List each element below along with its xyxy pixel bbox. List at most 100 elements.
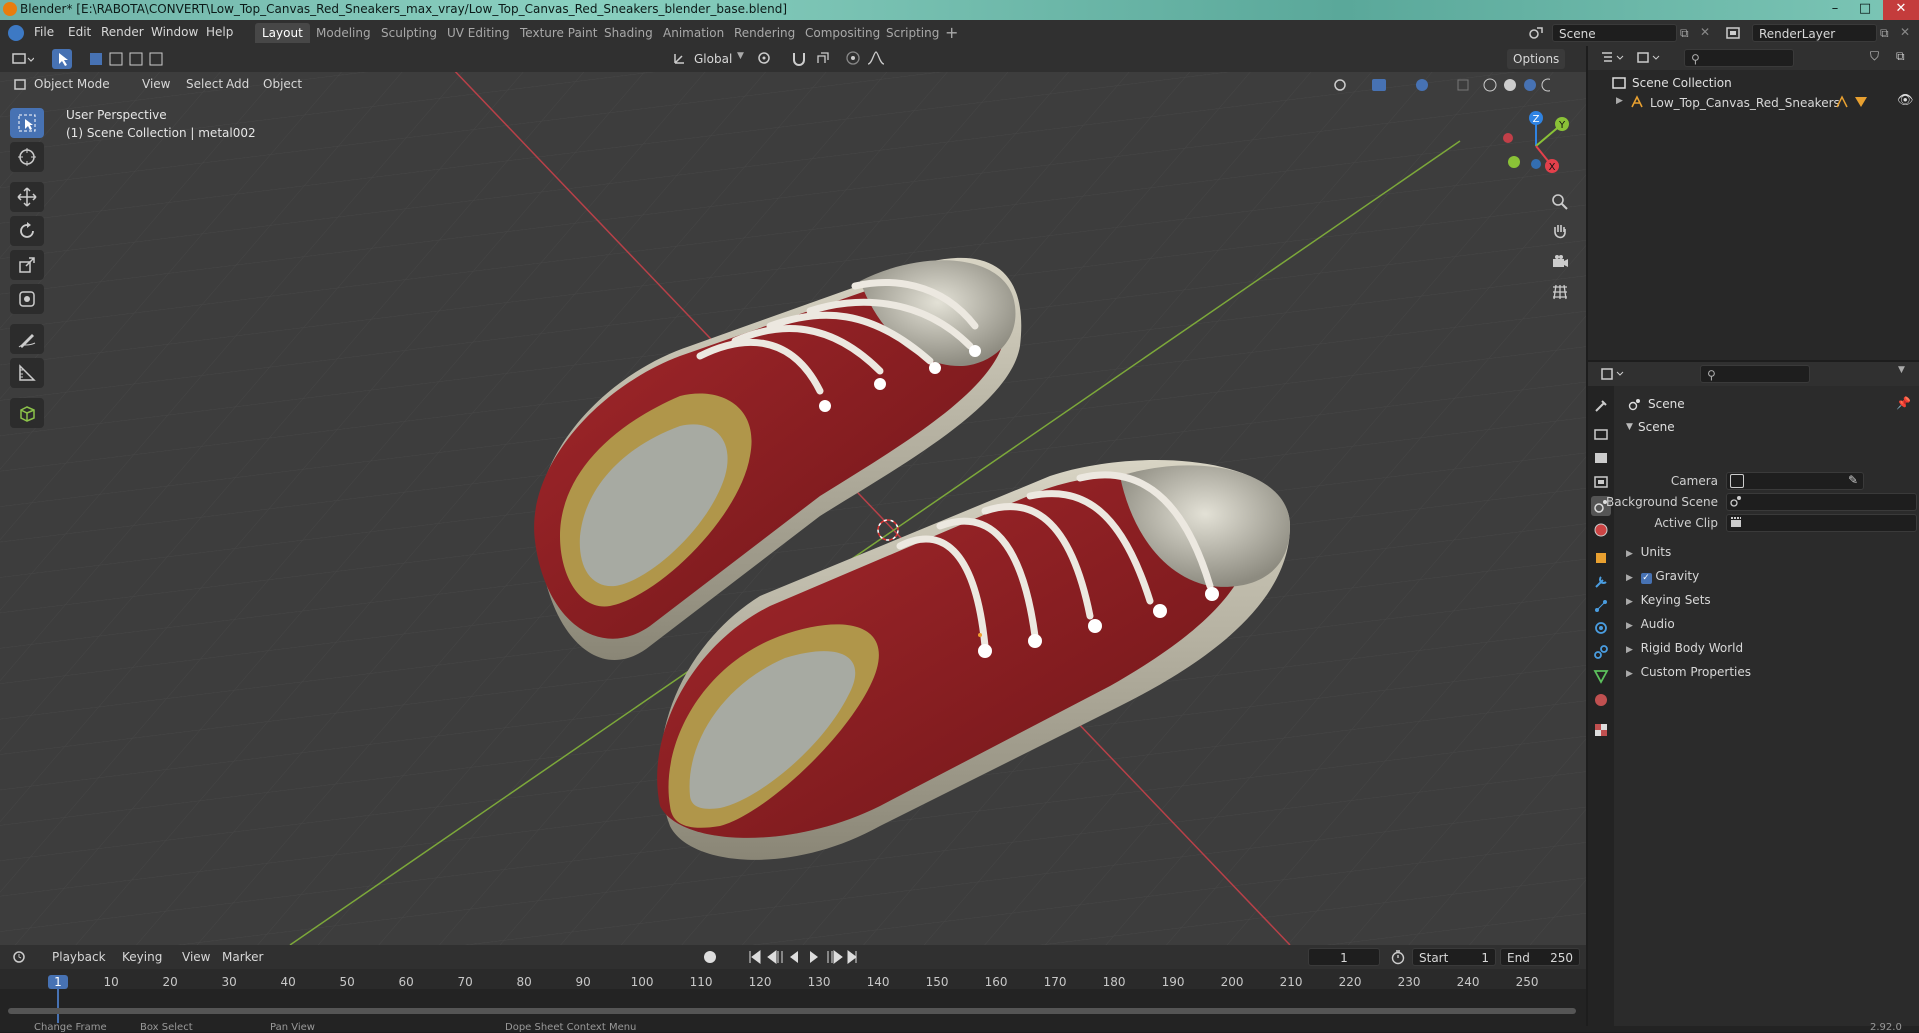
timeline-scrollbar[interactable] (8, 1008, 1576, 1014)
viewport-menu-object[interactable]: Object (257, 74, 308, 94)
3d-viewport[interactable]: Global ▼ Options Object Mode View Select… (0, 46, 1586, 945)
chevron-down-icon[interactable]: ▼ (1898, 365, 1905, 375)
new-scene-icon[interactable]: ⧉ (1680, 26, 1689, 41)
grid-view-icon[interactable] (1548, 280, 1572, 304)
add-workspace-icon[interactable]: + (945, 23, 958, 42)
transform-orientation-dropdown[interactable]: Global (688, 49, 738, 69)
active-clip-field[interactable] (1726, 514, 1917, 532)
tool-scale[interactable] (10, 250, 44, 280)
snap-icon[interactable] (790, 50, 810, 66)
timeline-menu-view[interactable]: View (176, 947, 216, 967)
tool-measure[interactable] (10, 358, 44, 388)
tab-uv-editing[interactable]: UV Editing (440, 23, 517, 43)
maximize-icon[interactable]: □ (1851, 0, 1879, 20)
tool-transform[interactable] (10, 284, 44, 314)
zoom-icon[interactable] (1548, 190, 1572, 214)
tool-add-cube[interactable] (10, 398, 44, 428)
tab-compositing[interactable]: Compositing (798, 23, 887, 43)
tab-modeling[interactable]: Modeling (309, 23, 378, 43)
snap-target-icon[interactable] (815, 50, 835, 66)
display-mode-icon[interactable] (1636, 50, 1662, 66)
close-icon[interactable]: ✕ (1883, 0, 1919, 20)
modifier-tab-icon[interactable] (1591, 572, 1611, 592)
editor-type-icon[interactable] (12, 51, 35, 67)
new-renderlayer-icon[interactable]: ⧉ (1880, 26, 1889, 41)
pivot-point-icon[interactable] (756, 50, 776, 66)
object-tab-icon[interactable] (1591, 548, 1611, 568)
output-tab-icon[interactable] (1591, 448, 1611, 468)
end-frame-field[interactable]: End 250 (1500, 948, 1580, 966)
physics-tab-icon[interactable] (1591, 618, 1611, 638)
menu-help[interactable]: Help (206, 25, 233, 39)
camera-field[interactable] (1726, 472, 1864, 490)
renderlayer-icon[interactable] (1725, 25, 1741, 41)
panel-expanded-arrow-icon[interactable]: ▼ (1626, 422, 1633, 432)
visibility-eye-icon[interactable]: 👁 (1897, 93, 1914, 108)
tab-animation[interactable]: Animation (656, 23, 731, 43)
options-dropdown[interactable]: Options (1507, 49, 1566, 69)
outliner-item[interactable]: Low_Top_Canvas_Red_Sneakers (1650, 96, 1840, 110)
timeline-editor-type-icon[interactable] (12, 949, 36, 965)
delete-renderlayer-icon[interactable]: ✕ (1900, 25, 1910, 39)
navigation-gizmo[interactable]: Z Y X (1496, 106, 1576, 186)
tab-layout[interactable]: Layout (255, 23, 310, 43)
texture-tab-icon[interactable] (1591, 720, 1611, 740)
renderlayer-name-field[interactable]: RenderLayer (1752, 24, 1877, 42)
outliner-search-input[interactable]: ⚲ (1684, 49, 1794, 67)
constraints-tab-icon[interactable] (1591, 642, 1611, 662)
viewport-menu-view[interactable]: View (136, 74, 176, 94)
select-tool-icon[interactable] (52, 49, 72, 69)
section-rigid-body-world[interactable]: ▶ Rigid Body World (1626, 638, 1743, 658)
outliner-root[interactable]: Scene Collection (1632, 76, 1732, 90)
properties-search-input[interactable]: ⚲ (1700, 365, 1810, 383)
filter-icon[interactable]: ⛉ (1870, 49, 1879, 64)
camera-view-icon[interactable] (1548, 250, 1572, 274)
eyedropper-icon[interactable]: ✎ (1848, 473, 1858, 487)
menu-edit[interactable]: Edit (68, 25, 91, 39)
menu-file[interactable]: File (34, 25, 54, 39)
expand-arrow-icon[interactable]: ▶ (1616, 96, 1623, 106)
tab-shading[interactable]: Shading (597, 23, 660, 43)
tool-move[interactable] (10, 182, 44, 212)
blender-menu-icon[interactable] (8, 25, 24, 41)
section-units[interactable]: ▶ Units (1626, 542, 1671, 562)
section-gravity[interactable]: ▶ ✓ Gravity (1626, 566, 1699, 586)
proportional-editing-icon[interactable] (845, 50, 861, 66)
tab-scripting[interactable]: Scripting (879, 23, 946, 43)
viewport-menu-add[interactable]: Add (220, 74, 255, 94)
scene-name-field[interactable]: Scene (1552, 24, 1677, 42)
timeline-menu-marker[interactable]: Marker (216, 947, 269, 967)
start-frame-field[interactable]: Start 1 (1412, 948, 1496, 966)
menu-window[interactable]: Window (151, 25, 198, 39)
tool-tab-icon[interactable] (1591, 396, 1611, 416)
playback-controls[interactable] (748, 948, 858, 966)
menu-render[interactable]: Render (101, 25, 144, 39)
object-mode-dropdown[interactable]: Object Mode (28, 74, 116, 94)
delete-scene-icon[interactable]: ✕ (1700, 25, 1710, 39)
outliner-editor-type-icon[interactable] (1600, 50, 1626, 66)
panel-scene-title[interactable]: Scene (1638, 420, 1675, 434)
material-tab-icon[interactable] (1591, 690, 1611, 710)
falloff-icon[interactable] (866, 50, 886, 66)
gravity-checkbox[interactable]: ✓ (1640, 573, 1652, 584)
tab-rendering[interactable]: Rendering (727, 23, 802, 43)
tab-texture-paint[interactable]: Texture Paint (513, 23, 604, 43)
scene-icon[interactable] (1528, 25, 1544, 41)
section-audio[interactable]: ▶ Audio (1626, 614, 1675, 634)
timeline-menu-playback[interactable]: Playback (46, 947, 112, 967)
pin-icon[interactable]: 📌 (1896, 396, 1911, 410)
tool-cursor[interactable] (10, 142, 44, 172)
stopwatch-icon[interactable] (1390, 949, 1406, 965)
record-icon[interactable] (704, 951, 716, 963)
render-tab-icon[interactable] (1591, 424, 1611, 444)
tool-annotate[interactable] (10, 324, 44, 354)
particles-tab-icon[interactable] (1591, 596, 1611, 616)
properties-editor-type-icon[interactable] (1600, 366, 1626, 382)
selection-mode-icons[interactable] (88, 51, 178, 67)
pan-hand-icon[interactable] (1548, 220, 1572, 244)
background-scene-field[interactable] (1726, 493, 1917, 511)
new-collection-icon[interactable]: ⧉ (1896, 49, 1905, 64)
tool-rotate[interactable] (10, 216, 44, 246)
timeline-menu-keying[interactable]: Keying (116, 947, 168, 967)
section-custom-properties[interactable]: ▶ Custom Properties (1626, 662, 1751, 682)
